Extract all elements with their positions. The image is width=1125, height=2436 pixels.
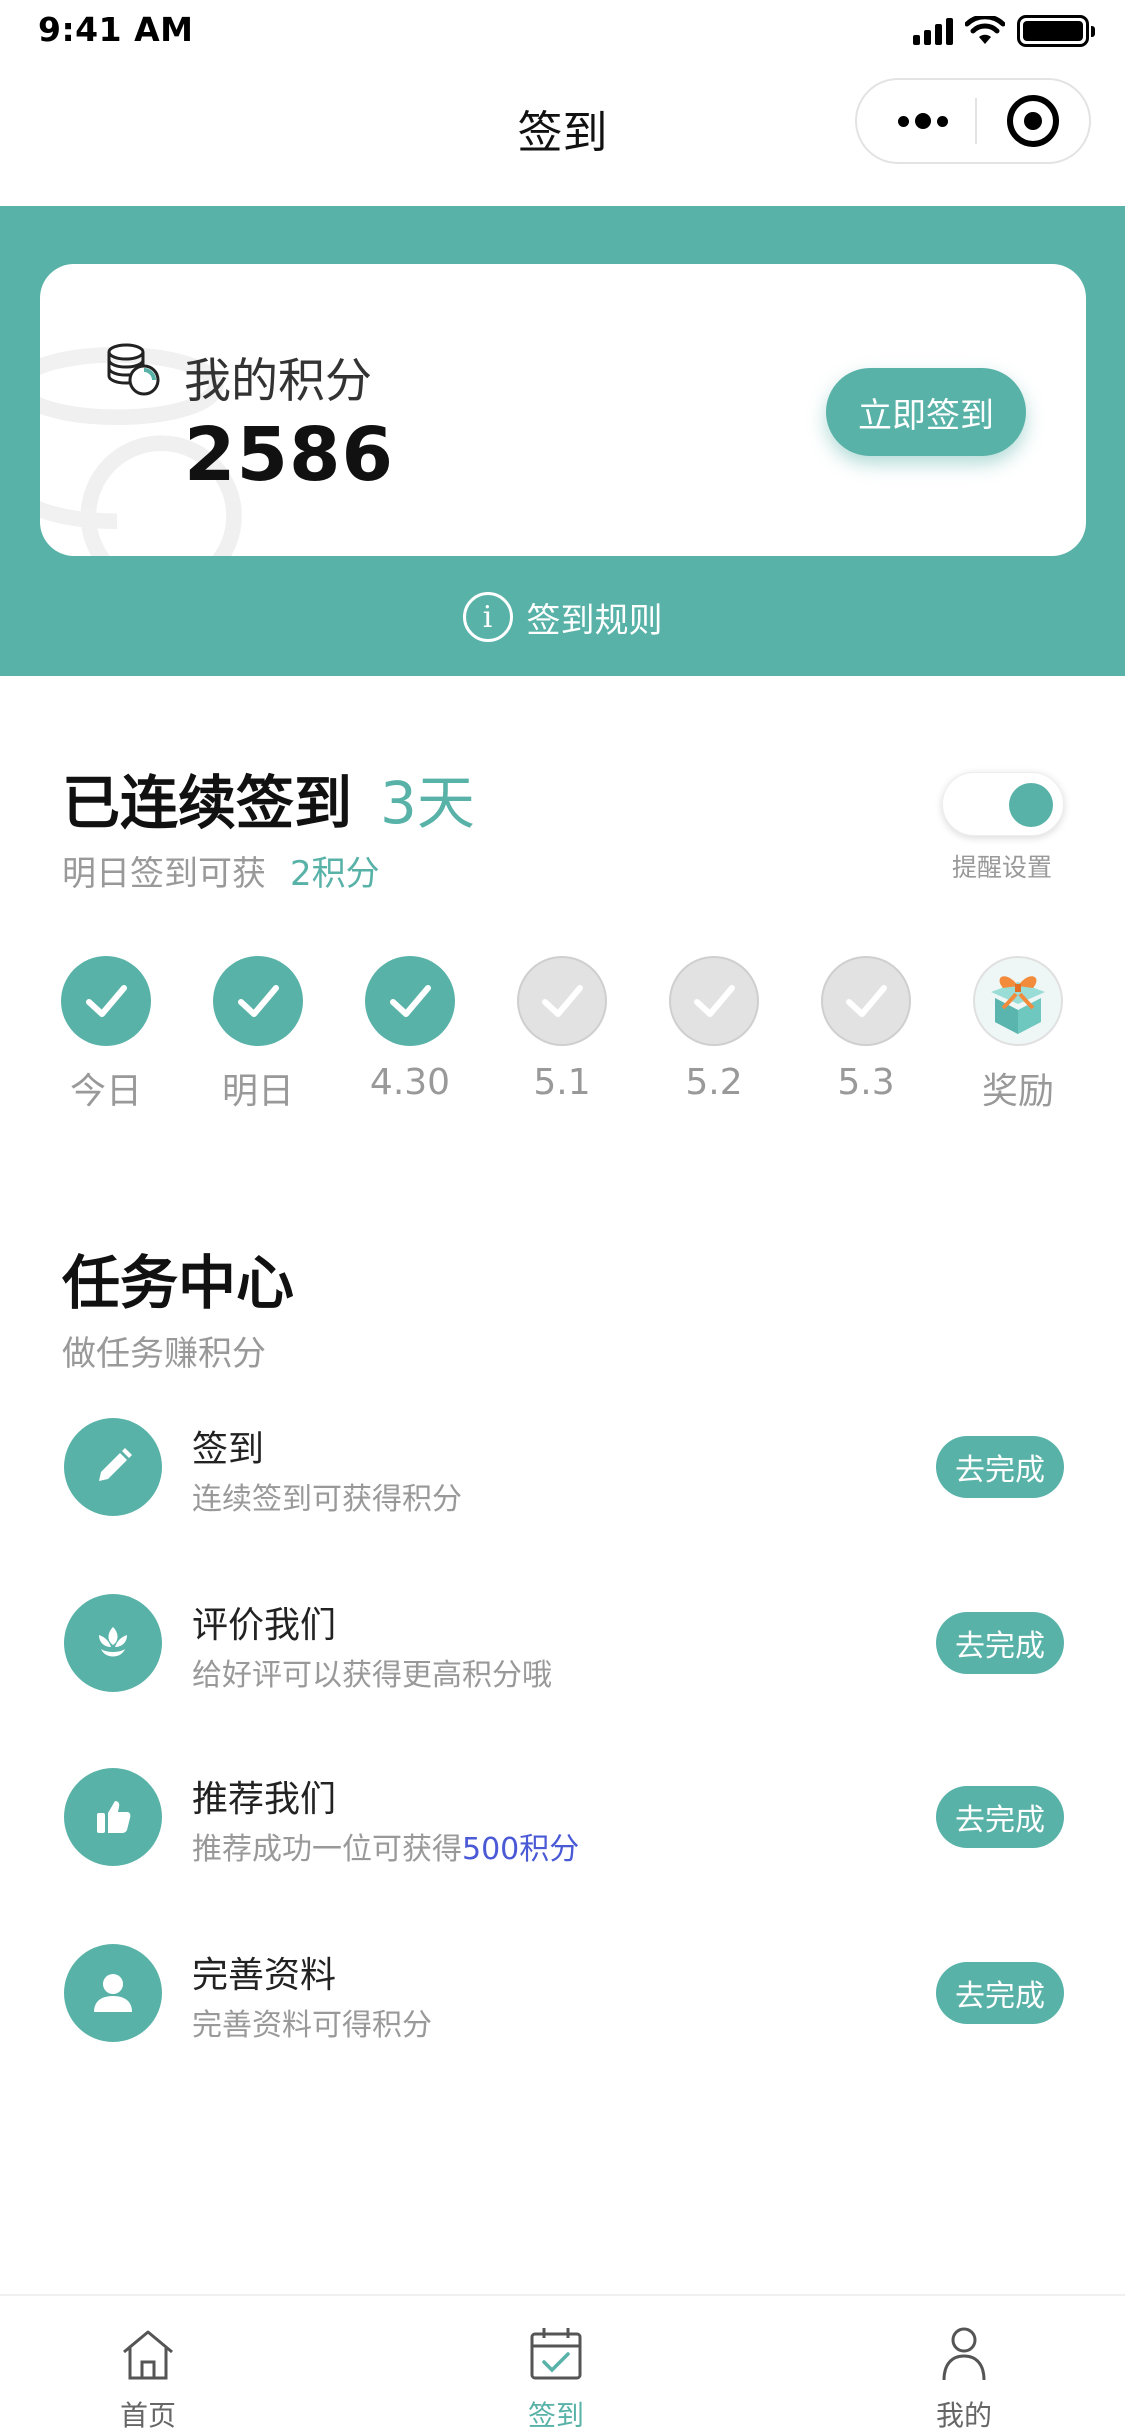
day-label: 今日 bbox=[69, 1071, 142, 1112]
day-circle bbox=[973, 956, 1063, 1046]
day-label: 4.30 bbox=[369, 1062, 451, 1103]
pencil-icon bbox=[64, 1418, 162, 1516]
day-item[interactable]: 明日 bbox=[198, 956, 318, 1114]
task-name: 签到 bbox=[192, 1429, 265, 1470]
day-item[interactable]: 4.30 bbox=[350, 956, 470, 1103]
signal-icon bbox=[913, 17, 953, 45]
day-label: 5.3 bbox=[837, 1062, 895, 1103]
task-center-title: 任务中心 bbox=[62, 1249, 295, 1317]
tab-label: 我的 bbox=[935, 2399, 992, 2432]
person-icon bbox=[942, 2327, 986, 2381]
day-circle bbox=[61, 956, 151, 1046]
day-item[interactable]: 5.3 bbox=[806, 956, 926, 1103]
task-go-button[interactable]: 去完成 bbox=[936, 1786, 1064, 1848]
day-circle bbox=[669, 956, 759, 1046]
task-item: 签到 连续签到可获得积分 去完成 bbox=[0, 1418, 1125, 1528]
check-icon bbox=[542, 985, 583, 1017]
task-name: 推荐我们 bbox=[192, 1779, 337, 1820]
task-go-button[interactable]: 去完成 bbox=[936, 1962, 1064, 2024]
task-item: 评价我们 给好评可以获得更高积分哦 去完成 bbox=[0, 1594, 1125, 1704]
tab-signin[interactable]: 签到 bbox=[476, 2322, 636, 2434]
battery-icon bbox=[1017, 15, 1095, 47]
day-label: 5.2 bbox=[685, 1062, 743, 1103]
streak-days: 3天 bbox=[380, 769, 475, 837]
status-time: 9:41 AM bbox=[38, 10, 194, 49]
check-icon bbox=[694, 985, 735, 1017]
day-label: 5.1 bbox=[533, 1062, 591, 1103]
task-center-subtitle: 做任务赚积分 bbox=[62, 1334, 266, 1374]
task-go-button[interactable]: 去完成 bbox=[936, 1436, 1064, 1498]
check-icon bbox=[238, 985, 279, 1017]
day-label: 奖励 bbox=[981, 1071, 1054, 1112]
user-icon bbox=[64, 1944, 162, 2042]
thumbs-up-icon bbox=[64, 1768, 162, 1866]
signin-rules-link[interactable]: i 签到规则 bbox=[0, 592, 1125, 642]
toggle-knob bbox=[1009, 783, 1053, 827]
task-name: 完善资料 bbox=[192, 1955, 337, 1996]
day-item[interactable]: 5.1 bbox=[502, 956, 622, 1103]
flower-icon bbox=[64, 1594, 162, 1692]
task-name: 评价我们 bbox=[192, 1605, 337, 1646]
check-icon bbox=[86, 985, 127, 1017]
home-icon bbox=[123, 2330, 173, 2380]
day-item[interactable]: 奖励 bbox=[958, 956, 1078, 1114]
status-bar: 9:41 AM bbox=[0, 0, 1125, 66]
task-desc: 完善资料可得积分 bbox=[192, 2008, 432, 2043]
task-item: 完善资料 完善资料可得积分 去完成 bbox=[0, 1944, 1125, 2054]
signin-rules-label: 签到规则 bbox=[526, 600, 663, 641]
signin-day-row: 今日 明日 4.30 5.1 5.2 5.3 奖励 bbox=[0, 956, 1125, 1126]
task-desc: 给好评可以获得更高积分哦 bbox=[192, 1658, 552, 1693]
day-circle bbox=[365, 956, 455, 1046]
wifi-icon bbox=[965, 16, 1005, 44]
mini-program-capsule bbox=[855, 78, 1091, 164]
day-item[interactable]: 今日 bbox=[46, 956, 166, 1114]
tab-label: 首页 bbox=[119, 2399, 176, 2432]
reminder-label: 提醒设置 bbox=[952, 853, 1053, 882]
day-circle bbox=[821, 956, 911, 1046]
day-circle bbox=[213, 956, 303, 1046]
day-label: 明日 bbox=[221, 1071, 294, 1112]
info-icon: i bbox=[462, 592, 513, 642]
task-go-button[interactable]: 去完成 bbox=[936, 1612, 1064, 1674]
signin-now-button[interactable]: 立即签到 bbox=[826, 368, 1026, 456]
gift-icon bbox=[991, 976, 1045, 1034]
points-card: 我的积分 2586 立即签到 bbox=[40, 264, 1086, 556]
coins-icon bbox=[107, 343, 160, 396]
task-desc-text: 推荐成功一位可获得 bbox=[192, 1832, 462, 1867]
task-desc: 连续签到可获得积分 bbox=[192, 1482, 462, 1517]
task-item: 推荐我们 推荐成功一位可获得500积分 去完成 bbox=[0, 1768, 1125, 1878]
streak-subtitle: 明日签到可获 bbox=[62, 854, 266, 894]
points-value: 2586 bbox=[184, 412, 394, 498]
task-desc: 推荐成功一位可获得500积分 bbox=[192, 1824, 579, 1868]
capsule-divider bbox=[975, 98, 977, 144]
calendar-check-icon bbox=[530, 2328, 582, 2380]
check-icon bbox=[846, 985, 887, 1017]
day-circle bbox=[517, 956, 607, 1046]
streak-title: 已连续签到 bbox=[62, 769, 353, 837]
points-label: 我的积分 bbox=[184, 354, 372, 409]
task-desc-highlight: 500积分 bbox=[462, 1832, 580, 1867]
streak-points: 2积分 bbox=[290, 854, 380, 894]
tab-label: 签到 bbox=[527, 2399, 584, 2432]
close-target-icon[interactable] bbox=[1007, 95, 1059, 147]
status-icons bbox=[913, 14, 1095, 48]
tab-mine[interactable]: 我的 bbox=[884, 2322, 1044, 2434]
tab-bar: 首页 签到 我的 bbox=[0, 2294, 1125, 2436]
tab-home[interactable]: 首页 bbox=[68, 2322, 228, 2434]
day-item[interactable]: 5.2 bbox=[654, 956, 774, 1103]
more-icon[interactable] bbox=[881, 80, 965, 162]
check-icon bbox=[390, 985, 431, 1017]
reminder-toggle[interactable] bbox=[942, 772, 1064, 836]
